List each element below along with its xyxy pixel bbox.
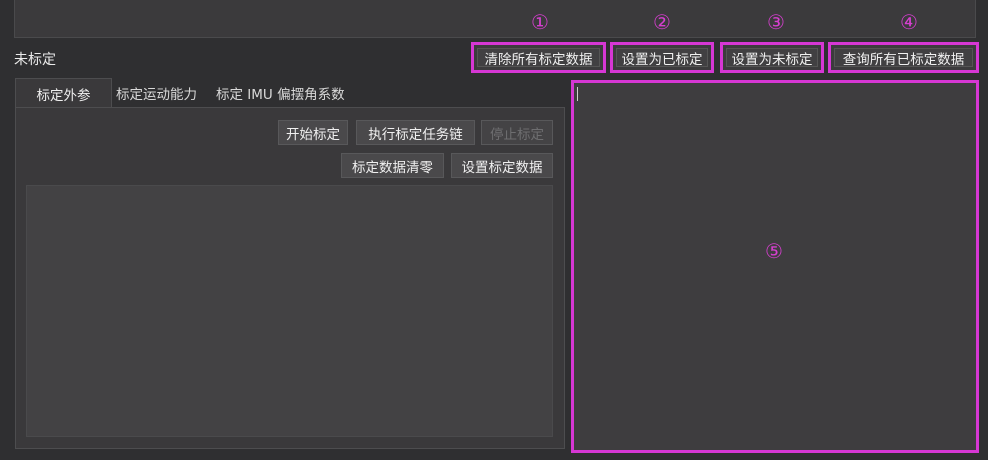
set-calibrated-button[interactable]: 设置为已标定 — [610, 42, 714, 73]
annotation-3: ③ — [767, 10, 785, 34]
calibration-output-area[interactable] — [26, 185, 553, 437]
set-uncalibrated-label: 设置为未标定 — [726, 48, 818, 68]
annotation-1: ① — [531, 10, 549, 34]
query-all-calibrated-label: 查询所有已标定数据 — [834, 48, 973, 68]
clear-all-calibration-button[interactable]: 清除所有标定数据 — [471, 42, 606, 73]
calibration-result-textbox[interactable]: ⑤ — [571, 80, 979, 453]
start-calibration-button[interactable]: 开始标定 — [278, 120, 348, 145]
set-calibrated-label: 设置为已标定 — [616, 48, 708, 68]
query-all-calibrated-button[interactable]: 查询所有已标定数据 — [828, 42, 979, 73]
annotation-2: ② — [653, 10, 671, 34]
clear-all-calibration-label: 清除所有标定数据 — [477, 48, 600, 68]
reset-calibration-data-button[interactable]: 标定数据清零 — [341, 153, 444, 178]
annotation-4: ④ — [900, 10, 918, 34]
run-calibration-chain-button[interactable]: 执行标定任务链 — [356, 120, 475, 145]
set-calibration-data-button[interactable]: 设置标定数据 — [451, 153, 553, 178]
stop-calibration-button[interactable]: 停止标定 — [481, 120, 553, 145]
annotation-5: ⑤ — [765, 239, 783, 263]
tab-imu-yaw-coefficient[interactable]: 标定 IMU 偏摆角系数 — [216, 78, 345, 108]
tab-motion-capability[interactable]: 标定运动能力 — [116, 78, 197, 108]
calibration-status: 未标定 — [14, 52, 56, 68]
tab-extrinsics[interactable]: 标定外参 — [15, 78, 112, 109]
set-uncalibrated-button[interactable]: 设置为未标定 — [720, 42, 824, 73]
text-cursor — [577, 87, 578, 101]
top-panel — [14, 0, 976, 38]
